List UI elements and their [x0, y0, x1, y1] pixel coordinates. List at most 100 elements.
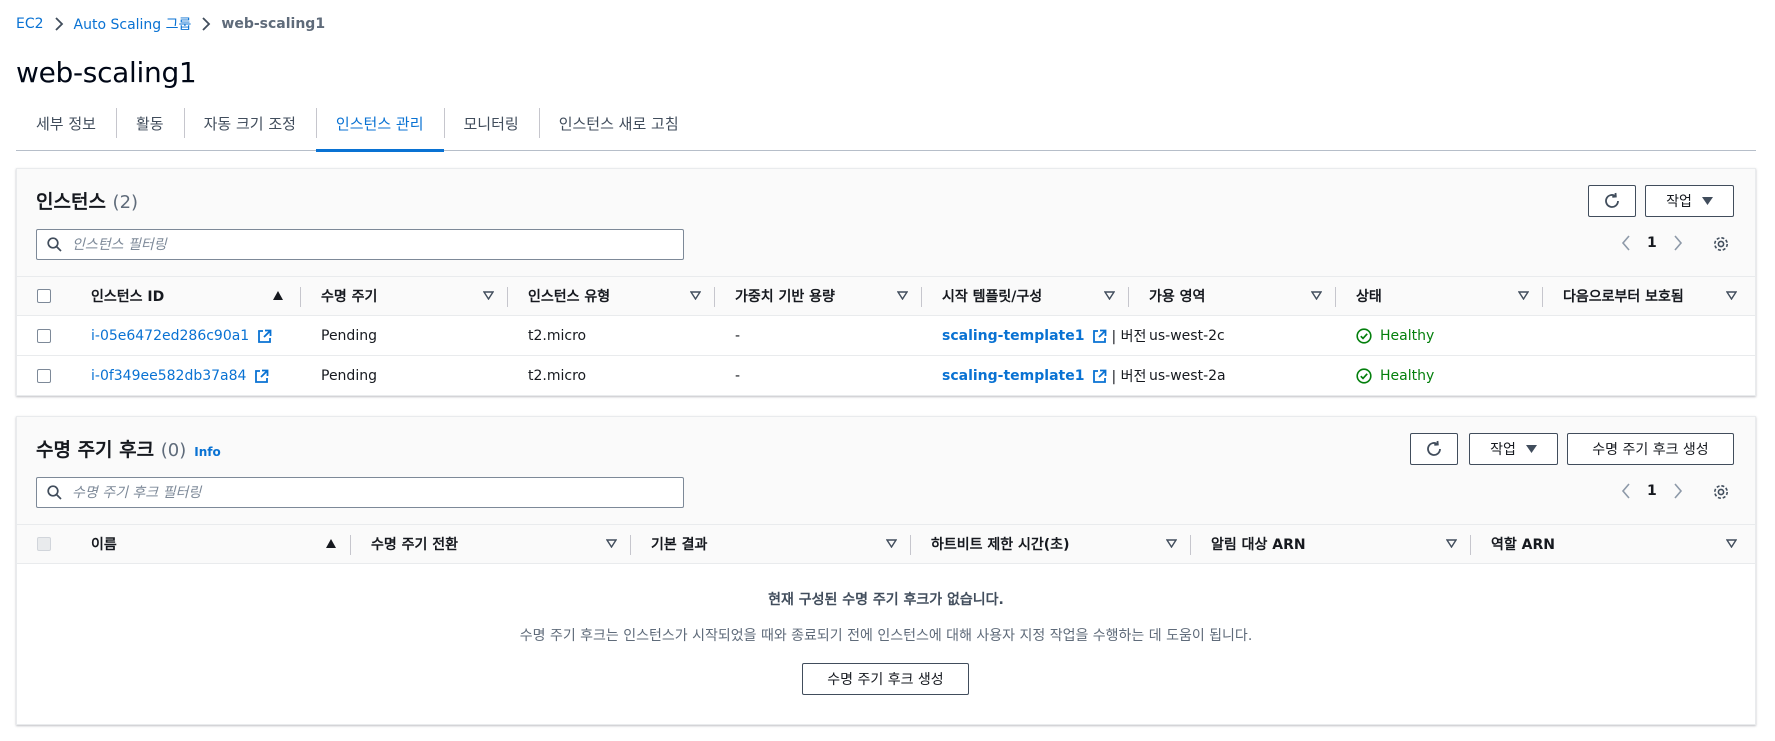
column-divider[interactable]	[921, 287, 922, 307]
status-badge: Healthy	[1356, 368, 1434, 384]
column-availability-zone[interactable]: 가용 영역	[1149, 277, 1205, 315]
search-icon	[47, 485, 62, 500]
row-checkbox[interactable]	[37, 329, 51, 343]
instance-id-link[interactable]: i-0f349ee582db37a84	[91, 368, 246, 384]
sort-ascending-icon[interactable]	[273, 291, 283, 300]
column-name[interactable]: 이름	[91, 525, 117, 563]
tab-automatic-scaling[interactable]: 자동 크기 조정	[183, 104, 316, 151]
actions-dropdown-button[interactable]: 작업	[1469, 433, 1558, 465]
refresh-button[interactable]	[1588, 185, 1636, 217]
row-checkbox[interactable]	[37, 369, 51, 383]
page-number[interactable]: 1	[1647, 483, 1657, 499]
column-notification-target-arn[interactable]: 알림 대상 ARN	[1211, 525, 1306, 563]
column-divider[interactable]	[1470, 535, 1471, 555]
sort-icon[interactable]	[1726, 291, 1737, 300]
sort-icon[interactable]	[897, 291, 908, 300]
info-link[interactable]: Info	[194, 445, 220, 459]
pagination: 1	[1621, 483, 1683, 499]
gear-icon[interactable]	[1712, 235, 1730, 253]
column-weighted-capacity[interactable]: 가중치 기반 용량	[735, 277, 835, 315]
instances-filter-input[interactable]	[72, 236, 662, 253]
select-all-checkbox[interactable]	[37, 537, 51, 551]
sort-icon[interactable]	[1311, 291, 1322, 300]
sort-icon[interactable]	[483, 291, 494, 300]
page-number[interactable]: 1	[1647, 235, 1657, 251]
column-instance-type[interactable]: 인스턴스 유형	[528, 277, 610, 315]
sort-icon[interactable]	[690, 291, 701, 300]
sort-icon[interactable]	[606, 539, 617, 548]
column-instance-id[interactable]: 인스턴스 ID	[91, 277, 164, 315]
column-divider[interactable]	[1542, 287, 1543, 307]
external-link-icon[interactable]	[254, 369, 269, 384]
create-lifecycle-hook-button[interactable]: 수명 주기 후크 생성	[1567, 433, 1734, 465]
chevron-right-icon[interactable]	[1673, 235, 1683, 251]
sort-icon[interactable]	[1104, 291, 1115, 300]
column-divider[interactable]	[714, 287, 715, 307]
tab-instance-management[interactable]: 인스턴스 관리	[315, 104, 444, 152]
check-circle-icon	[1356, 328, 1380, 344]
column-divider[interactable]	[1128, 287, 1129, 307]
lifecycle-hooks-panel: 수명 주기 후크 (0)Info 작업 수명 주기 후크 생성 1 이름 수명 …	[16, 416, 1756, 725]
sort-icon[interactable]	[1166, 539, 1177, 548]
lifecycle-hooks-count: (0)	[160, 440, 187, 461]
launch-template-link[interactable]: scaling-template1	[942, 328, 1084, 344]
instance-type-cell: t2.micro	[528, 328, 587, 344]
instances-title: 인스턴스 (2)	[36, 191, 139, 213]
caret-down-icon	[1701, 197, 1713, 205]
search-icon	[47, 237, 62, 252]
column-health-status[interactable]: 상태	[1356, 277, 1382, 315]
tab-instance-refresh[interactable]: 인스턴스 새로 고침	[538, 104, 699, 151]
weighted-capacity-cell: -	[735, 368, 741, 384]
breadcrumb-current: web-scaling1	[221, 16, 326, 32]
create-lifecycle-hook-empty-button[interactable]: 수명 주기 후크 생성	[802, 663, 969, 695]
column-heartbeat-timeout[interactable]: 하트비트 제한 시간(초)	[931, 525, 1069, 563]
instances-count: (2)	[112, 192, 139, 213]
column-default-result[interactable]: 기본 결과	[651, 525, 707, 563]
tab-activity[interactable]: 활동	[115, 104, 184, 151]
column-protected-from[interactable]: 다음으로부터 보호됨	[1563, 277, 1684, 315]
external-link-icon[interactable]	[1092, 369, 1107, 384]
column-lifecycle[interactable]: 수명 주기	[321, 277, 377, 315]
gear-icon[interactable]	[1712, 483, 1730, 501]
column-divider[interactable]	[630, 535, 631, 555]
chevron-left-icon[interactable]	[1621, 483, 1631, 499]
sort-icon[interactable]	[886, 539, 897, 548]
select-all-checkbox[interactable]	[37, 289, 51, 303]
chevron-right-icon[interactable]	[1673, 483, 1683, 499]
tab-monitoring[interactable]: 모니터링	[443, 104, 539, 151]
refresh-icon	[1603, 192, 1621, 210]
column-divider[interactable]	[910, 535, 911, 555]
sort-icon[interactable]	[1446, 539, 1457, 548]
caret-down-icon	[1525, 445, 1537, 453]
instances-filter[interactable]	[36, 229, 684, 260]
column-divider[interactable]	[507, 287, 508, 307]
lifecycle-hooks-filter[interactable]	[36, 477, 684, 508]
column-divider[interactable]	[300, 287, 301, 307]
table-row[interactable]: i-0f349ee582db37a84 Pending t2.micro - s…	[17, 356, 1755, 396]
external-link-icon[interactable]	[257, 329, 272, 344]
chevron-right-icon	[201, 17, 211, 31]
chevron-left-icon[interactable]	[1621, 235, 1631, 251]
sort-ascending-icon[interactable]	[326, 539, 336, 548]
breadcrumb: EC2 Auto Scaling 그룹 web-scaling1	[16, 14, 325, 34]
table-row[interactable]: i-05e6472ed286c90a1 Pending t2.micro - s…	[17, 316, 1755, 356]
column-divider[interactable]	[1335, 287, 1336, 307]
breadcrumb-ec2[interactable]: EC2	[16, 16, 44, 32]
tab-details[interactable]: 세부 정보	[16, 104, 116, 151]
column-lifecycle-transition[interactable]: 수명 주기 전환	[371, 525, 458, 563]
refresh-button[interactable]	[1410, 433, 1458, 465]
instance-id-link[interactable]: i-05e6472ed286c90a1	[91, 328, 249, 344]
status-badge: Healthy	[1356, 328, 1434, 344]
sort-icon[interactable]	[1726, 539, 1737, 548]
external-link-icon[interactable]	[1092, 329, 1107, 344]
column-divider[interactable]	[1190, 535, 1191, 555]
column-divider[interactable]	[350, 535, 351, 555]
lifecycle-hooks-filter-input[interactable]	[72, 484, 662, 501]
column-launch-template[interactable]: 시작 템플릿/구성	[942, 277, 1042, 315]
instance-type-cell: t2.micro	[528, 368, 587, 384]
launch-template-link[interactable]: scaling-template1	[942, 368, 1084, 384]
breadcrumb-asg[interactable]: Auto Scaling 그룹	[74, 14, 192, 34]
sort-icon[interactable]	[1518, 291, 1529, 300]
column-role-arn[interactable]: 역할 ARN	[1491, 525, 1555, 563]
actions-dropdown-button[interactable]: 작업	[1645, 185, 1734, 217]
